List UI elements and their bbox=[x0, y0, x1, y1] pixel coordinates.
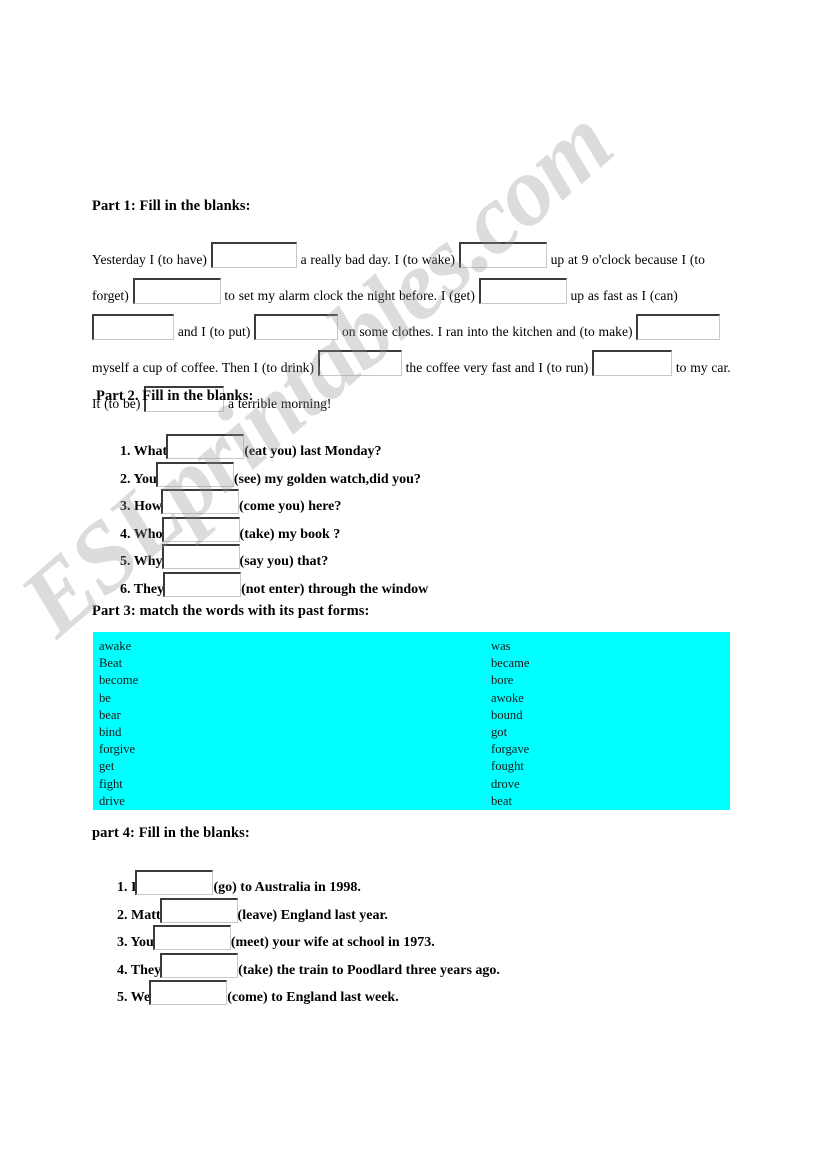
part2-blank-1[interactable] bbox=[166, 434, 245, 459]
part3-matching-box: awake Beat become be bear bind forgive g… bbox=[93, 632, 730, 810]
part3-left-word-3[interactable]: become bbox=[99, 672, 138, 689]
part3-left-word-8[interactable]: get bbox=[99, 758, 138, 775]
part2-item-3-after: (come you) here? bbox=[239, 499, 342, 514]
part4-blank-2[interactable] bbox=[159, 897, 238, 923]
part2-item-4: 4. Who (take) my book ? bbox=[120, 513, 428, 542]
part4-item-4: 4. They (take) the train to Poodlard thre… bbox=[117, 949, 500, 978]
part2-item-1-before: What bbox=[133, 444, 168, 459]
part2-item-5-after: (say you) that? bbox=[239, 554, 329, 569]
part3-right-word-1[interactable]: was bbox=[491, 638, 529, 655]
part2-item-2: 2. You (see) my golden watch,did you? bbox=[120, 458, 428, 487]
part3-left-word-9[interactable]: fight bbox=[99, 776, 138, 793]
part3-left-column: awake Beat become be bear bind forgive g… bbox=[99, 638, 138, 810]
part3-left-word-4[interactable]: be bbox=[99, 690, 138, 707]
part4-item-3-number: 3. bbox=[117, 935, 128, 950]
part2-item-1-after: (eat you) last Monday? bbox=[244, 444, 382, 459]
part4-item-3-before: You bbox=[130, 935, 154, 950]
part2-item-3: 3. How (come you) here? bbox=[120, 485, 428, 514]
part4-question-list: 1. I (go) to Australia in 1998. 2. Matt (l… bbox=[117, 866, 500, 1005]
part2-item-5: 5. Why (say you) that? bbox=[120, 540, 428, 569]
part3-left-word-5[interactable]: bear bbox=[99, 707, 138, 724]
part1-text-0: Yesterday I (to have) bbox=[92, 252, 207, 267]
part2-item-1: 1. What (eat you) last Monday? bbox=[120, 430, 428, 459]
part3-left-word-2[interactable]: Beat bbox=[99, 655, 138, 672]
part2-blank-4[interactable] bbox=[161, 516, 240, 542]
part4-item-1-after: (go) to Australia in 1998. bbox=[213, 880, 361, 895]
part1-text-8: the coffee very fast and I (to run) bbox=[405, 360, 589, 375]
part4-blank-5[interactable] bbox=[149, 980, 228, 1005]
part1-text-3: to set my alarm clock the night before. … bbox=[224, 288, 475, 303]
part2-question-list: 1. What (eat you) last Monday? 2. You (see… bbox=[120, 430, 429, 597]
part1-blank-1[interactable] bbox=[210, 242, 297, 268]
part2-item-6-number: 6. bbox=[120, 581, 131, 597]
part4-blank-1[interactable] bbox=[135, 870, 214, 895]
part3-left-word-10[interactable]: drive bbox=[99, 793, 138, 810]
part2-item-5-before: Why bbox=[133, 554, 163, 569]
part4-blank-3[interactable] bbox=[152, 925, 231, 950]
part1-text-6: on some clothes. I ran into the kitchen … bbox=[342, 324, 633, 339]
part3-right-word-6[interactable]: got bbox=[491, 724, 529, 741]
part4-item-5-number: 5. bbox=[117, 990, 128, 1005]
part2-blank-3[interactable] bbox=[161, 489, 239, 514]
part1-blank-3[interactable] bbox=[132, 278, 221, 304]
part1-blank-9[interactable] bbox=[592, 350, 673, 376]
part4-item-3-after: (meet) your wife at school in 1973. bbox=[230, 935, 435, 950]
part3-left-word-6[interactable]: bind bbox=[99, 724, 138, 741]
part3-right-word-2[interactable]: became bbox=[491, 655, 529, 672]
part3-right-word-5[interactable]: bound bbox=[491, 707, 529, 724]
part1-text-1: a really bad day. I (to wake) bbox=[300, 252, 455, 267]
part3-left-word-1[interactable]: awake bbox=[99, 638, 138, 655]
part4-item-1-number: 1. bbox=[117, 880, 128, 895]
part3-right-word-8[interactable]: fought bbox=[491, 758, 529, 775]
part1-blank-5[interactable] bbox=[92, 314, 174, 340]
part1-blank-8[interactable] bbox=[317, 350, 402, 376]
part2-item-6-after: (not enter) through the window bbox=[241, 581, 429, 597]
part3-right-word-3[interactable]: bore bbox=[491, 672, 529, 689]
part2-item-6: 6. They (not enter) through the window bbox=[120, 568, 429, 597]
part4-item-1: 1. I (go) to Australia in 1998. bbox=[117, 866, 500, 895]
part2-heading: Part 2. Fill in the blanks: bbox=[96, 388, 254, 404]
part4-blank-4[interactable] bbox=[160, 952, 239, 978]
part1-blank-4[interactable] bbox=[478, 278, 567, 304]
part1-blank-7[interactable] bbox=[636, 314, 721, 340]
part1-text-4: up as fast as I (can) bbox=[570, 288, 678, 303]
part3-right-word-4[interactable]: awoke bbox=[491, 690, 529, 707]
part3-right-word-7[interactable]: forgave bbox=[491, 741, 529, 758]
part1-text-7: myself a cup of coffee. Then I (to drink… bbox=[92, 360, 315, 375]
part1-heading: Part 1: Fill in the blanks: bbox=[92, 198, 251, 214]
part2-blank-5[interactable] bbox=[161, 544, 240, 569]
worksheet-page: Part 1: Fill in the blanks: Yesterday I … bbox=[0, 0, 821, 1169]
part4-item-3: 3. You (meet) your wife at school in 1973… bbox=[117, 921, 500, 950]
part4-item-2: 2. Matt (leave) England last year. bbox=[117, 894, 500, 923]
part4-heading: part 4: Fill in the blanks: bbox=[92, 825, 250, 841]
part1-blank-2[interactable] bbox=[458, 242, 547, 268]
part3-right-word-9[interactable]: drove bbox=[491, 776, 529, 793]
part1-blank-6[interactable] bbox=[254, 314, 339, 340]
part3-heading: Part 3: match the words with its past fo… bbox=[92, 603, 370, 619]
part4-item-5: 5. We (come) to England last week. bbox=[117, 976, 500, 1005]
part2-item-6-before: They bbox=[133, 581, 165, 597]
part2-blank-6[interactable] bbox=[163, 571, 242, 597]
part1-text-5: and I (to put) bbox=[177, 324, 251, 339]
part2-item-3-before: How bbox=[134, 499, 162, 514]
part3-left-word-7[interactable]: forgive bbox=[99, 741, 138, 758]
part3-right-word-10[interactable]: beat bbox=[491, 793, 529, 810]
part3-right-column: was became bore awoke bound got forgave … bbox=[491, 638, 529, 810]
part4-item-5-after: (come) to England last week. bbox=[227, 990, 399, 1005]
part4-item-5-before: We bbox=[130, 990, 151, 1005]
part2-blank-2[interactable] bbox=[155, 461, 234, 487]
